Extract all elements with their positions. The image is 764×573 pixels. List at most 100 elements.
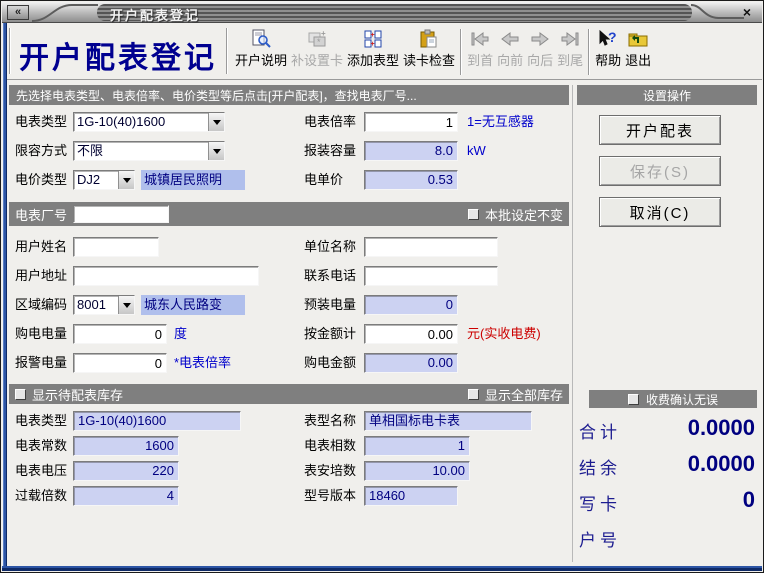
svg-text:?: ? <box>608 29 617 45</box>
app-window: « 开户配表登记 × 开户配表登记 开户说明 +* 补设置卡 <box>0 0 764 573</box>
overload-field: 4 <box>73 486 179 506</box>
phase-count-label: 电表相数 <box>304 436 356 456</box>
batch-fixed-checkbox[interactable]: 本批设定不变 <box>468 205 563 224</box>
phone-label: 联系电话 <box>304 266 356 286</box>
meter-ratio-label: 电表倍率 <box>304 112 356 132</box>
account-no-label: 户号 <box>579 526 621 551</box>
factory-no-input[interactable] <box>73 205 169 223</box>
cancel-button[interactable]: 取消(C) <box>599 197 721 227</box>
last-arrow-icon <box>558 28 582 50</box>
alarm-energy-hint: *电表倍率 <box>174 353 231 373</box>
price-type-select[interactable]: DJ2 <box>73 170 135 190</box>
by-amount-label: 按金额计 <box>304 324 356 344</box>
checkbox-icon[interactable] <box>468 209 479 220</box>
panel-header-text: 设置操作 <box>643 87 691 104</box>
area-code-value: 8001 <box>74 296 118 314</box>
org-name-input[interactable] <box>364 237 498 257</box>
chevron-down-icon[interactable] <box>208 113 224 131</box>
toolbar-gripper <box>9 28 11 74</box>
svg-text:+: + <box>371 32 375 39</box>
titlebar: « 开户配表登记 × <box>2 2 762 23</box>
chevron-down-icon[interactable] <box>118 296 134 314</box>
toolbar-button-label: 添加表型 <box>347 50 399 69</box>
toolbar-button-label: 到首 <box>467 50 493 69</box>
alarm-energy-input[interactable] <box>73 353 167 373</box>
by-amount-input[interactable] <box>364 324 458 344</box>
show-pending-stock-label: 显示待配表库存 <box>32 385 123 404</box>
address-label: 用户地址 <box>15 266 67 286</box>
app-logo-icon: « <box>7 5 29 20</box>
save-button[interactable]: 保存(S) <box>599 156 721 186</box>
org-name-label: 单位名称 <box>304 237 356 257</box>
phone-input[interactable] <box>364 266 498 286</box>
chevron-down-icon[interactable] <box>118 171 134 189</box>
buy-energy-label: 购电电量 <box>15 324 67 344</box>
inv-meter-type-label: 电表类型 <box>15 411 67 431</box>
window-title: 开户配表登记 <box>110 5 200 24</box>
toolbar-button-label: 帮助 <box>595 50 621 69</box>
factory-no-bar: 电表厂号 本批设定不变 <box>9 202 569 226</box>
ampere-field: 10.00 <box>364 461 470 481</box>
read-card-check-button[interactable]: 读卡检查 <box>401 28 457 78</box>
address-input[interactable] <box>73 266 259 286</box>
show-pending-stock-checkbox[interactable]: 显示待配表库存 <box>15 385 123 404</box>
checkbox-icon[interactable] <box>468 389 479 400</box>
by-amount-hint: 元(实收电费) <box>467 324 541 344</box>
limit-mode-select[interactable]: 不限 <box>73 141 225 161</box>
svg-text:*: * <box>317 37 321 47</box>
chevron-down-icon[interactable] <box>208 142 224 160</box>
first-arrow-icon <box>468 28 492 50</box>
svg-text:+: + <box>321 29 326 38</box>
go-first-button[interactable]: 到首 <box>465 28 495 78</box>
user-name-input[interactable] <box>73 237 159 257</box>
buy-amount-label: 购电金额 <box>304 353 356 373</box>
stock-bar: 显示待配表库存 显示全部库存 <box>9 384 569 404</box>
svg-text:+: + <box>371 41 375 48</box>
meter-constant-field: 1600 <box>73 436 179 456</box>
panel-header: 设置操作 <box>577 85 757 105</box>
card-plus-icon: +* <box>306 28 328 50</box>
go-previous-button[interactable]: 向前 <box>495 28 525 78</box>
toolbar: 开户配表登记 开户说明 +* 补设置卡 ++ 添加表型 <box>7 23 762 80</box>
supplement-card-button[interactable]: +* 补设置卡 <box>289 28 345 78</box>
open-account-help-button[interactable]: 开户说明 <box>233 28 289 78</box>
checkbox-icon[interactable] <box>628 394 639 405</box>
prev-arrow-icon <box>498 28 522 50</box>
unit-price-field: 0.53 <box>364 170 458 190</box>
voltage-label: 电表电压 <box>15 461 67 481</box>
go-next-button[interactable]: 向后 <box>525 28 555 78</box>
toolbar-separator <box>588 29 590 75</box>
unit-price-label: 电单价 <box>304 170 343 190</box>
buy-energy-input[interactable] <box>73 324 167 344</box>
toolbar-button-label: 开户说明 <box>235 50 287 69</box>
user-name-label: 用户姓名 <box>15 237 67 257</box>
panel-divider <box>572 85 573 562</box>
fee-confirm-label: 收费确认无误 <box>646 391 718 408</box>
meter-ratio-input[interactable] <box>364 112 458 132</box>
show-all-stock-label: 显示全部库存 <box>485 385 563 404</box>
add-meter-model-button[interactable]: + + 添加表型 <box>345 28 401 78</box>
model-name-field: 单相国标电卡表 <box>364 411 532 431</box>
close-icon[interactable]: × <box>739 4 755 20</box>
show-all-stock-checkbox[interactable]: 显示全部库存 <box>468 385 563 404</box>
exit-button[interactable]: 退出 <box>623 28 653 78</box>
ampere-label: 表安培数 <box>304 461 356 481</box>
checkbox-icon[interactable] <box>15 389 26 400</box>
page-title: 开户配表登记 <box>19 33 217 77</box>
area-code-select[interactable]: 8001 <box>73 295 135 315</box>
limit-mode-value: 不限 <box>74 142 208 160</box>
preset-energy-field: 0 <box>364 295 458 315</box>
model-version-label: 型号版本 <box>304 486 356 506</box>
open-account-config-button[interactable]: 开户配表 <box>599 115 721 145</box>
help-icon: ? <box>597 28 619 50</box>
model-version-field: 18460 <box>364 486 458 506</box>
help-button[interactable]: ? 帮助 <box>593 28 623 78</box>
go-last-button[interactable]: 到尾 <box>555 28 585 78</box>
capacity-label: 报装容量 <box>304 141 356 161</box>
toolbar-buttons: 开户说明 +* 补设置卡 ++ 添加表型 读卡检查 <box>233 28 653 78</box>
buy-energy-unit: 度 <box>174 324 187 344</box>
next-arrow-icon <box>528 28 552 50</box>
toolbar-button-label: 补设置卡 <box>291 50 343 69</box>
meter-type-select[interactable]: 1G-10(40)1600 <box>73 112 225 132</box>
voltage-field: 220 <box>73 461 179 481</box>
